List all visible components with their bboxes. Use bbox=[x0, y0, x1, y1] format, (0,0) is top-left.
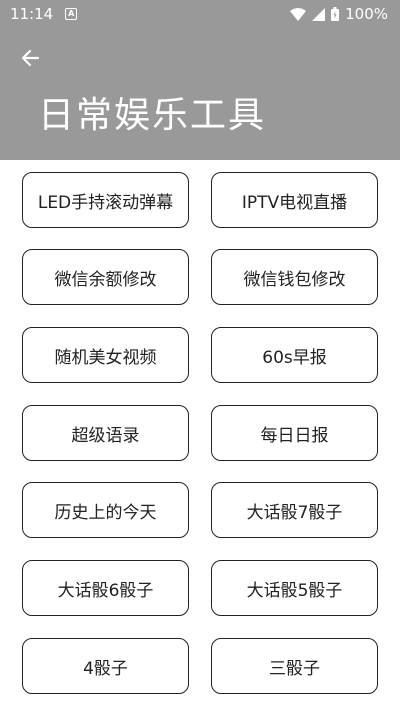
arrow-left-icon bbox=[21, 49, 40, 67]
liars-dice-6-button[interactable]: 大话骰6骰子 bbox=[22, 560, 189, 616]
liars-dice-5-button[interactable]: 大话骰5骰子 bbox=[211, 560, 378, 616]
random-beauty-video-button[interactable]: 随机美女视频 bbox=[22, 327, 189, 383]
status-time: 11:14 bbox=[10, 5, 54, 23]
battery-icon bbox=[331, 7, 340, 21]
status-bar: 11:14 A 100% bbox=[0, 0, 400, 28]
led-scroll-barrage-button[interactable]: LED手持滚动弹幕 bbox=[22, 172, 189, 228]
wechat-balance-edit-button[interactable]: 微信余额修改 bbox=[22, 249, 189, 305]
liars-dice-7-button[interactable]: 大话骰7骰子 bbox=[211, 482, 378, 538]
notification-icon: A bbox=[65, 8, 78, 20]
super-quotes-button[interactable]: 超级语录 bbox=[22, 405, 189, 461]
page-title: 日常娱乐工具 bbox=[38, 95, 267, 136]
app-header: 日常娱乐工具 bbox=[0, 28, 400, 160]
status-right: 100% bbox=[290, 5, 388, 23]
back-button[interactable] bbox=[14, 42, 46, 74]
iptv-live-button[interactable]: IPTV电视直播 bbox=[211, 172, 378, 228]
signal-icon bbox=[312, 7, 326, 21]
four-dice-button[interactable]: 4骰子 bbox=[22, 638, 189, 694]
daily-report-button[interactable]: 每日日报 bbox=[211, 405, 378, 461]
today-in-history-button[interactable]: 历史上的今天 bbox=[22, 482, 189, 538]
battery-level: 100% bbox=[345, 5, 388, 23]
status-left: 11:14 A bbox=[10, 5, 78, 23]
morning-news-60s-button[interactable]: 60s早报 bbox=[211, 327, 378, 383]
wifi-icon bbox=[290, 7, 307, 21]
three-dice-button[interactable]: 三骰子 bbox=[211, 638, 378, 694]
wechat-wallet-edit-button[interactable]: 微信钱包修改 bbox=[211, 249, 378, 305]
